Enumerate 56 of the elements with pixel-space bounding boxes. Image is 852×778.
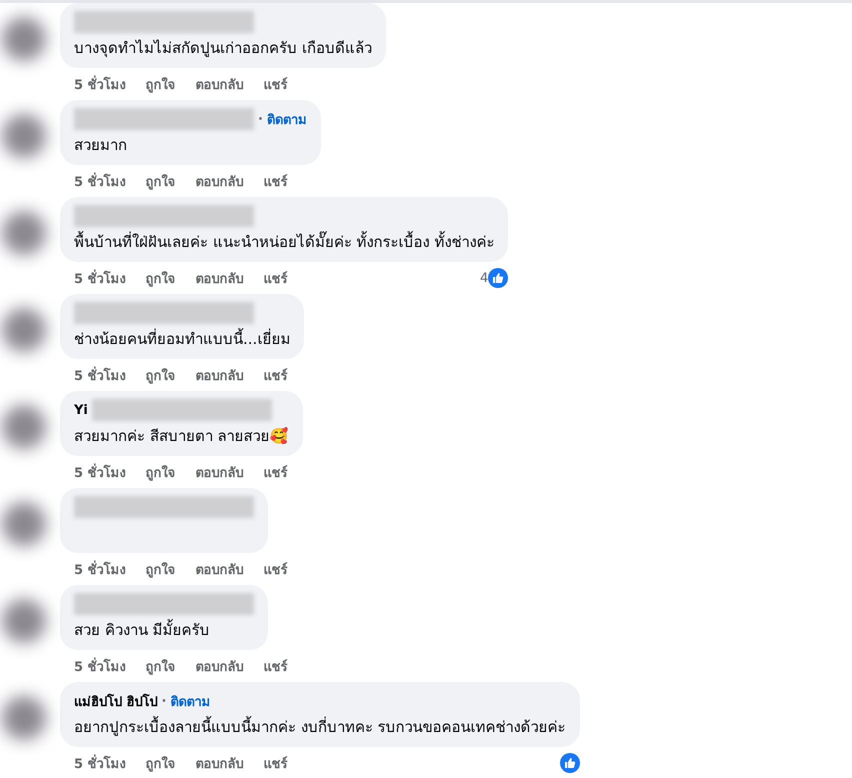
action-link[interactable]: แชร์ [264, 558, 288, 580]
action-link[interactable]: แชร์ [264, 656, 288, 676]
follow-link[interactable]: ติดตาม [170, 690, 210, 712]
action-link[interactable]: ถูกใจ [146, 656, 176, 676]
comment-text: สวยมากค่ะ สีสบายตา ลายสวย🥰 [74, 426, 289, 447]
timestamp: 5 ชั่วโมง [74, 754, 126, 774]
like-icon[interactable] [488, 268, 508, 288]
action-link[interactable]: ถูกใจ [146, 170, 176, 192]
action-link[interactable]: ถูกใจ [146, 74, 176, 94]
comment-text: สวย คิวงาน มีมั้ยครับ [74, 619, 211, 641]
timestamp: 5 ชั่วโมง [74, 74, 126, 94]
action-link[interactable]: ถูกใจ [146, 558, 176, 580]
author-name[interactable]: แม่ฮิปโป ฮิปโป [74, 690, 158, 712]
action-link[interactable]: ตอบกลับ [196, 74, 244, 94]
avatar [2, 502, 46, 546]
timestamp: 5 ชั่วโมง [74, 560, 126, 580]
separator-dot: · [258, 112, 263, 126]
comment-text: สวยมาก [74, 135, 128, 156]
action-link[interactable]: แชร์ [264, 752, 288, 774]
avatar [2, 405, 46, 449]
timestamp: 5 ชั่วโมง [74, 172, 126, 192]
avatar [2, 17, 46, 61]
follow-link[interactable]: ติดตาม [266, 108, 307, 130]
like-icon[interactable] [560, 753, 580, 773]
author-name[interactable]: Yi [74, 402, 88, 418]
avatar [2, 114, 46, 158]
comment-text: พื้นบ้านที่ใฝ่ฝันเลยค่ะ แนะนำหน่อยได้มั๊ยค่ะ ทั้งกระเบื้อง ทั้งช่างค่ะ [74, 231, 494, 253]
avatar [2, 696, 46, 740]
comment-text: ช่างน้อยคนที่ยอมทำแบบนี้...เยี่ยม [74, 328, 290, 350]
action-link[interactable]: ถูกใจ [146, 752, 176, 774]
timestamp: 5 ชั่วโมง [74, 268, 126, 288]
action-link[interactable]: แชร์ [264, 462, 288, 482]
reaction-count: 4 [480, 270, 488, 286]
action-link[interactable]: ถูกใจ [146, 268, 176, 288]
action-link[interactable]: แชร์ [264, 268, 288, 288]
action-link[interactable]: ตอบกลับ [196, 364, 244, 386]
action-link[interactable]: ตอบกลับ [196, 268, 244, 288]
action-link[interactable]: ตอบกลับ [196, 656, 244, 676]
action-link[interactable]: ตอบกลับ [196, 462, 244, 482]
timestamp: 5 ชั่วโมง [74, 656, 126, 676]
action-link[interactable]: แชร์ [264, 170, 288, 192]
action-link[interactable]: ตอบกลับ [196, 170, 244, 192]
action-link[interactable]: ตอบกลับ [196, 558, 244, 580]
timestamp: 5 ชั่วโมง [74, 366, 126, 386]
avatar [2, 599, 46, 643]
avatar [2, 211, 46, 255]
timestamp: 5 ชั่วโมง [74, 462, 126, 482]
action-link[interactable]: แชร์ [264, 364, 288, 386]
separator-dot: · [162, 694, 166, 708]
action-link[interactable]: ถูกใจ [146, 364, 176, 386]
action-link[interactable]: ตอบกลับ [196, 752, 244, 774]
comment-text: อยากปูกระเบื้องลายนี้แบบนี้มากค่ะ งบกี่บาทคะ รบกวนขอคอนเทคช่างด้วยค่ะ [74, 716, 566, 738]
comment-text: บางจุดทำไมไม่สกัดปูนเก่าออกครับ เกือบดีแล้ว [74, 38, 372, 59]
action-link[interactable]: ถูกใจ [146, 462, 176, 482]
action-link[interactable]: แชร์ [264, 74, 288, 94]
avatar [2, 308, 46, 352]
